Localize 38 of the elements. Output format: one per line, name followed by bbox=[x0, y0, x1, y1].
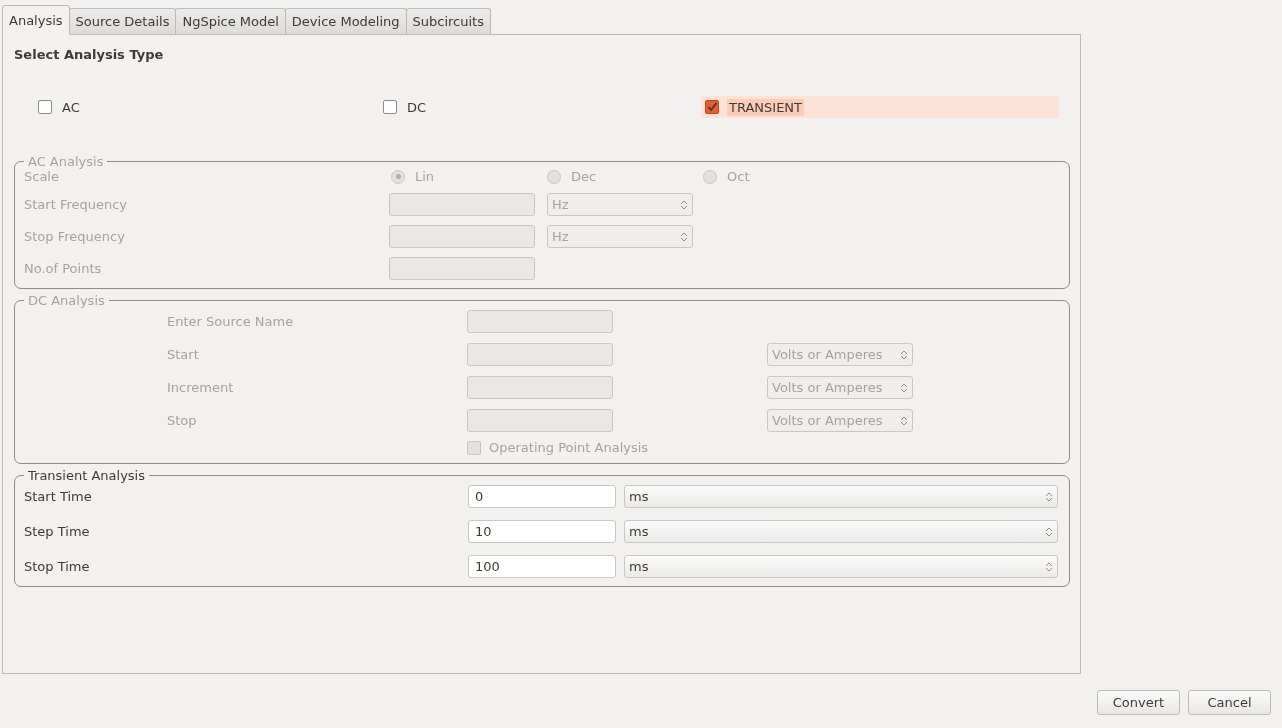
section-heading: Select Analysis Type bbox=[14, 47, 165, 62]
option-row[interactable]: AC bbox=[34, 96, 86, 118]
tab[interactable]: Device Modeling bbox=[284, 8, 407, 34]
unit-dropdown[interactable]: ms bbox=[624, 520, 1058, 543]
checkbox-label: AC bbox=[61, 98, 81, 116]
option-row[interactable]: DC bbox=[379, 96, 433, 118]
tab[interactable]: Analysis bbox=[2, 5, 70, 35]
field-label: Stop Frequency bbox=[24, 229, 126, 244]
field-label: No.of Points bbox=[24, 261, 103, 276]
unit-dropdown[interactable]: ms bbox=[624, 485, 1058, 508]
checkbox-label: Operating Point Analysis bbox=[489, 440, 649, 455]
input-field[interactable]: 100 bbox=[468, 555, 616, 578]
tab[interactable]: Subcircuits bbox=[405, 8, 491, 34]
cancel-button[interactable]: Cancel bbox=[1188, 690, 1271, 715]
field-label: Step Time bbox=[24, 524, 91, 539]
tab[interactable]: NgSpice Model bbox=[175, 8, 286, 34]
highlighted-option[interactable]: TRANSIENT bbox=[701, 96, 1059, 118]
radio-label: Lin bbox=[415, 169, 435, 184]
convert-button[interactable]: Convert bbox=[1097, 690, 1180, 715]
checkbox-label: TRANSIENT bbox=[727, 98, 805, 116]
radio-label: Dec bbox=[571, 169, 597, 184]
group-title: Transient Analysis bbox=[27, 468, 146, 483]
unit-dropdown[interactable]: ms bbox=[624, 555, 1058, 578]
radio-label: Oct bbox=[727, 169, 750, 184]
tab[interactable]: Source Details bbox=[68, 8, 177, 34]
checkbox-label: DC bbox=[406, 98, 428, 116]
field-label: Increment bbox=[167, 380, 235, 395]
input-field[interactable]: 10 bbox=[468, 520, 616, 543]
field-label: Start Time bbox=[24, 489, 93, 504]
field-label: Stop bbox=[167, 413, 198, 428]
field-label: Start Frequency bbox=[24, 197, 129, 212]
input-field[interactable]: 0 bbox=[468, 485, 616, 508]
field-label: Stop Time bbox=[24, 559, 91, 574]
group-title: AC Analysis bbox=[27, 154, 105, 169]
field-label: Scale bbox=[24, 169, 60, 184]
group-title: DC Analysis bbox=[27, 293, 106, 308]
field-label: Start bbox=[167, 347, 200, 362]
field-label: Enter Source Name bbox=[167, 314, 295, 329]
